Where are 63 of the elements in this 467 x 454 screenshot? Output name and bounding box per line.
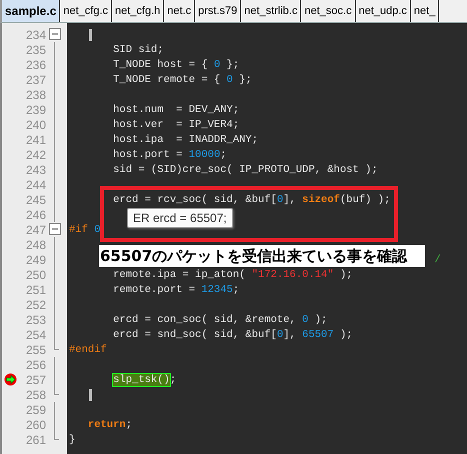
line-number: 257 — [24, 372, 46, 386]
code-line: T_NODE host = { 0 }; — [113, 58, 240, 70]
line-number: 239 — [24, 102, 46, 116]
line-number: 260 — [24, 418, 46, 432]
code-line: / — [434, 254, 441, 266]
line-number: 237 — [24, 72, 46, 86]
file-tab[interactable]: net_ — [410, 0, 440, 22]
code-line: T_NODE remote = { 0 }; — [113, 74, 252, 86]
line-number: 238 — [24, 88, 46, 102]
line-number: 259 — [24, 402, 46, 416]
code-line: remote.ipa = ip_aton( "172.16.0.14" ); — [113, 268, 353, 280]
code-line: slp_tsk(); — [113, 374, 176, 386]
code-line: host.num = DEV_ANY; — [113, 104, 240, 116]
line-number: 244 — [24, 178, 46, 192]
line-number: 261 — [24, 432, 46, 446]
file-tab[interactable]: net_udp.c — [356, 0, 411, 22]
annotation-caption: 65507のパケットを受信出来ている事を確認 — [99, 245, 425, 267]
code-line: #if 0 — [69, 224, 101, 236]
code-line: remote.port = 12345; — [113, 284, 240, 296]
file-tab[interactable]: sample.c — [2, 0, 60, 22]
line-number: 252 — [24, 298, 46, 312]
code-line: SID sid; — [113, 44, 164, 56]
value-tooltip: ER ercd = 65507; — [127, 208, 233, 228]
line-number: 240 — [24, 118, 46, 132]
fold-end-line — [54, 387, 59, 395]
line-number: 249 — [24, 252, 46, 266]
file-tab[interactable]: prst.s79 — [195, 0, 242, 22]
line-number: 234 — [24, 28, 46, 42]
line-number: 254 — [24, 328, 46, 342]
line-number: 248 — [24, 238, 46, 252]
code-line: #endif — [69, 344, 107, 356]
fold-end-line — [54, 342, 59, 350]
file-tab[interactable]: net_cfg.h — [112, 0, 164, 22]
line-number: 235 — [24, 42, 46, 56]
line-number: 250 — [24, 268, 46, 282]
code-line: } — [69, 434, 76, 446]
code-line: ercd = con_soc( sid, &remote, 0 ); — [113, 314, 328, 326]
file-tab[interactable]: net.c — [164, 0, 196, 22]
line-number: 236 — [24, 58, 46, 72]
code-line: host.port = 10000; — [113, 148, 227, 160]
code-line: return; — [88, 418, 132, 430]
file-tab[interactable]: net_cfg.c — [60, 0, 112, 22]
line-number: 242 — [24, 148, 46, 162]
line-number: 247 — [24, 222, 46, 236]
line-number: 241 — [24, 132, 46, 146]
line-number: 256 — [24, 358, 46, 372]
code-line: sid = (SID)cre_soc( IP_PROTO_UDP, &host ); — [113, 164, 378, 176]
fold-end-line — [54, 432, 59, 440]
line-number: 253 — [24, 312, 46, 326]
code-line: ercd = snd_soc( sid, &buf[0], 65507 ); — [113, 328, 353, 340]
fold-toggle-icon[interactable] — [49, 223, 61, 235]
code-line: ercd = rcv_soc( sid, &buf[0], sizeof(buf) ); — [113, 194, 390, 206]
line-number: 246 — [24, 208, 46, 222]
file-tab[interactable]: net_strlib.c — [241, 0, 302, 22]
line-number: 255 — [24, 342, 46, 356]
file-tab[interactable]: net_soc.c — [301, 0, 356, 22]
code-line: host.ipa = INADDR_ANY; — [113, 134, 258, 146]
line-number: 258 — [24, 388, 46, 402]
line-number: 251 — [24, 282, 46, 296]
line-number: 245 — [24, 192, 46, 206]
line-number: 243 — [24, 162, 46, 176]
fold-toggle-icon[interactable] — [49, 28, 61, 40]
code-line: host.ver = IP_VER4; — [113, 118, 240, 130]
